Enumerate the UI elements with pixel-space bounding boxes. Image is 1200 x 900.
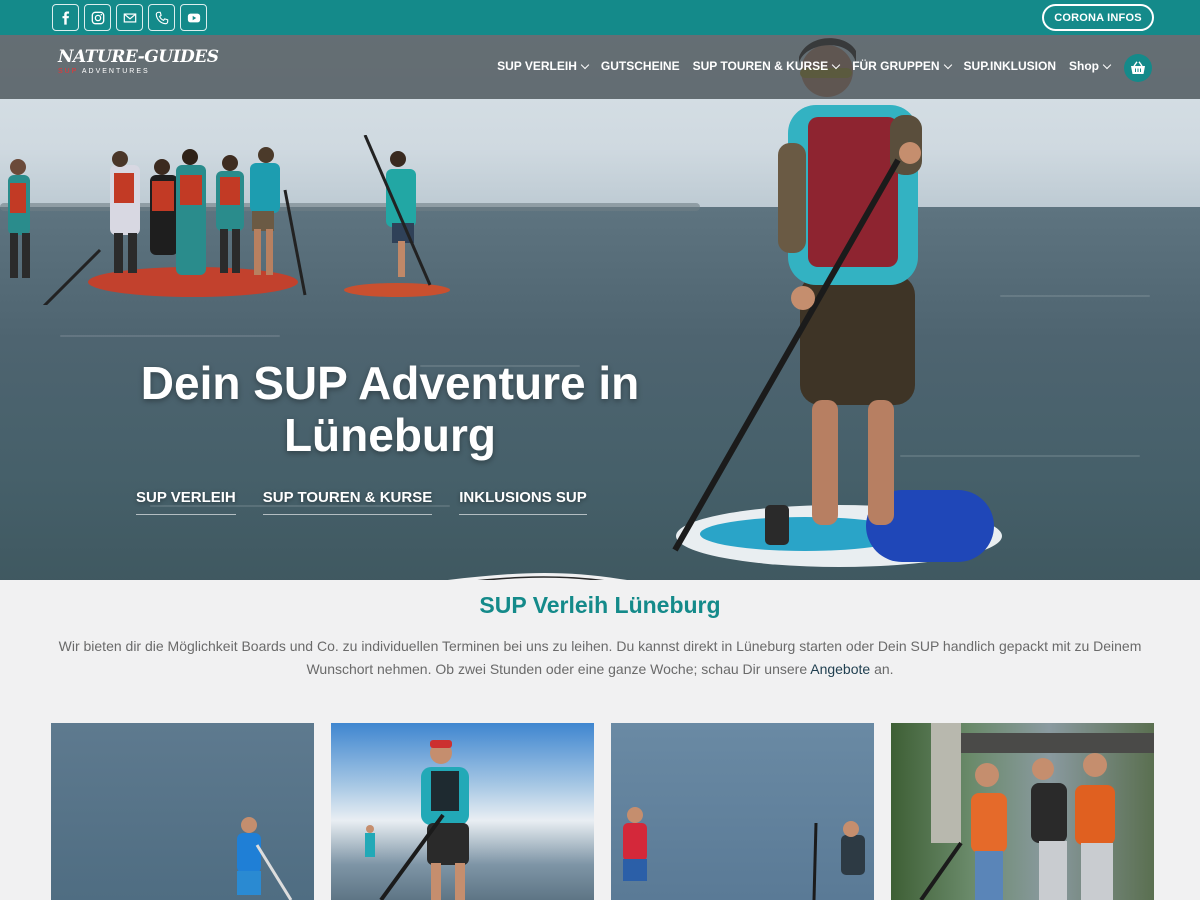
hero-link-sup-verleih[interactable]: SUP VERLEIH: [136, 489, 236, 515]
angebote-link[interactable]: Angebote: [810, 661, 870, 677]
cart-button[interactable]: [1124, 54, 1152, 82]
card-image-group-bridge[interactable]: [891, 723, 1154, 900]
menu-item-gutscheine[interactable]: GUTSCHEINE: [601, 59, 680, 73]
card-image-two-paddlers[interactable]: [611, 723, 874, 900]
hero-image: Dein SUP Adventure in Lüneburg SUP VERLE…: [0, 35, 1200, 580]
facebook-icon: [62, 10, 69, 25]
youtube-icon: [187, 13, 200, 22]
menu-item-sup-verleih[interactable]: SUP VERLEIH: [497, 59, 590, 73]
site-logo[interactable]: NATURE-GUIDES SUP ADVENTURES: [58, 47, 219, 75]
section-title: SUP Verleih Lüneburg: [479, 592, 721, 618]
hero-links: SUP VERLEIH SUP TOUREN & KURSE INKLUSION…: [136, 489, 587, 515]
email-link[interactable]: [116, 4, 143, 31]
youtube-link[interactable]: [180, 4, 207, 31]
basket-icon: [1131, 61, 1145, 74]
main-menu: SUP VERLEIH GUTSCHEINE SUP TOUREN & KURS…: [497, 59, 1112, 73]
main-header: NATURE-GUIDES SUP ADVENTURES SUP VERLEIH…: [0, 35, 1200, 99]
chevron-down-icon: [580, 60, 590, 69]
menu-item-sup-touren[interactable]: SUP TOUREN & KURSE: [693, 59, 841, 73]
menu-item-shop[interactable]: Shop: [1069, 59, 1112, 73]
card-image-paddler-blue[interactable]: [51, 723, 314, 900]
card-image-paddler-sky[interactable]: [331, 723, 594, 900]
phone-link[interactable]: [148, 4, 175, 31]
social-links: [52, 4, 207, 31]
phone-icon: [155, 11, 168, 24]
corona-info-button[interactable]: CORONA INFOS: [1042, 4, 1154, 31]
envelope-icon: [123, 12, 136, 23]
section-intro: Wir bieten dir die Möglichkeit Boards un…: [58, 638, 1142, 677]
hero-title: Dein SUP Adventure in Lüneburg: [140, 357, 640, 461]
instagram-link[interactable]: [84, 4, 111, 31]
top-bar: CORONA INFOS: [0, 0, 1200, 35]
wave-divider: [447, 573, 628, 580]
hero-link-sup-touren[interactable]: SUP TOUREN & KURSE: [262, 489, 433, 515]
image-cards: [51, 723, 1154, 900]
chevron-down-icon: [831, 60, 841, 69]
menu-item-fuer-gruppen[interactable]: FÜR GRUPPEN: [852, 59, 952, 73]
hero-link-inklusions-sup[interactable]: INKLUSIONS SUP: [459, 489, 587, 515]
instagram-icon: [91, 11, 104, 24]
paddler-main: [672, 38, 922, 552]
paddlers-group: [8, 135, 432, 305]
facebook-link[interactable]: [52, 4, 79, 31]
chevron-down-icon: [1102, 60, 1112, 69]
chevron-down-icon: [943, 60, 952, 69]
menu-item-sup-inklusion[interactable]: SUP.INKLUSION: [964, 59, 1056, 73]
